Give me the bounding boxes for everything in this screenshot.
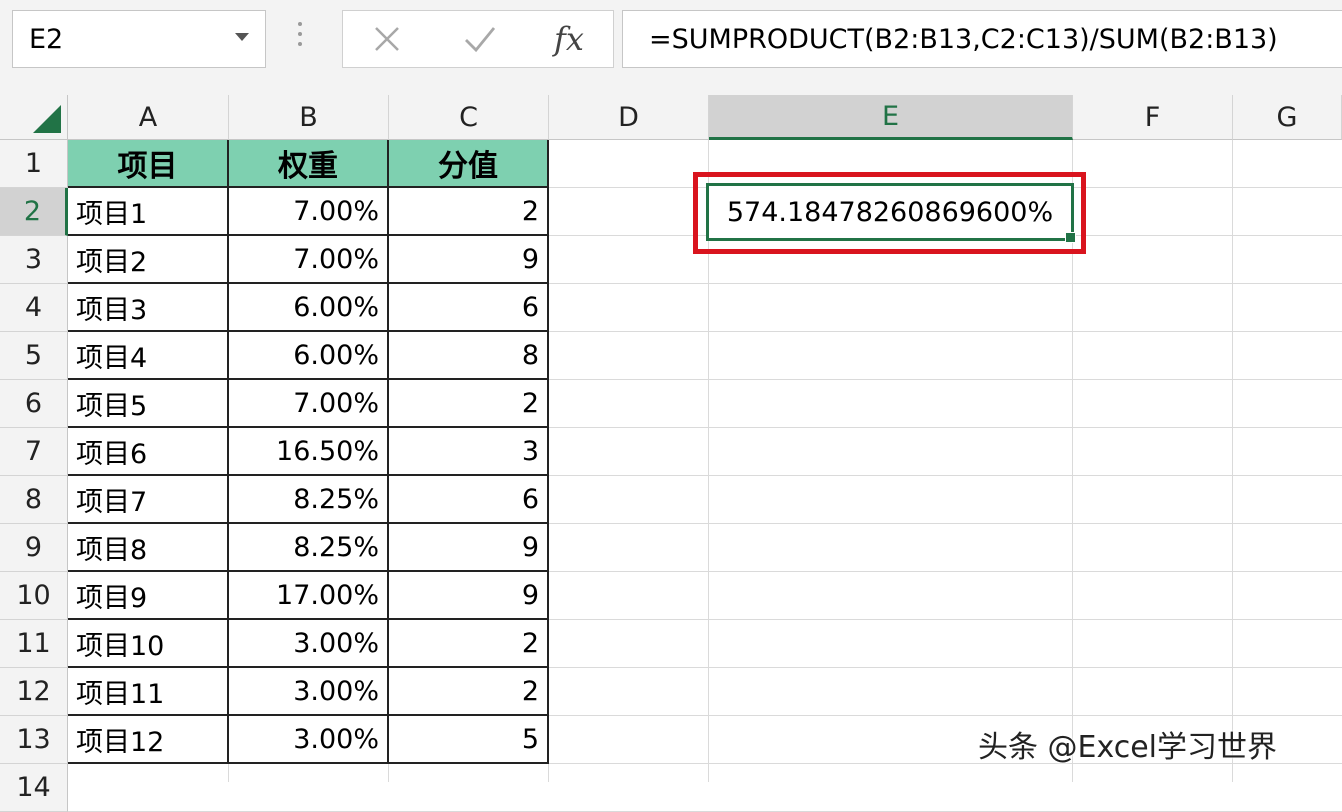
cell-c1[interactable]: 分值 xyxy=(389,140,549,188)
row-header-11[interactable]: 11 xyxy=(0,620,68,668)
cell-a8[interactable]: 项目7 xyxy=(68,476,229,524)
cell-b11[interactable]: 3.00% xyxy=(229,620,389,668)
cell-b7[interactable]: 16.50% xyxy=(229,428,389,476)
cell-c11[interactable]: 2 xyxy=(389,620,549,668)
row-header-9[interactable]: 9 xyxy=(0,524,68,572)
cell-b4[interactable]: 6.00% xyxy=(229,284,389,332)
column-header-b[interactable]: B xyxy=(229,95,389,140)
column-header-f[interactable]: F xyxy=(1073,95,1233,140)
cell-b13[interactable]: 3.00% xyxy=(229,716,389,764)
cell-a12[interactable]: 项目11 xyxy=(68,668,229,716)
insert-function-button[interactable]: fx xyxy=(543,17,595,61)
cell-a4[interactable]: 项目3 xyxy=(68,284,229,332)
cell-a10[interactable]: 项目9 xyxy=(68,572,229,620)
row-header-12[interactable]: 12 xyxy=(0,668,68,716)
cell-a1[interactable]: 项目 xyxy=(68,140,229,188)
watermark: 头条 @Excel学习世界 xyxy=(978,730,1278,765)
cell-b8[interactable]: 8.25% xyxy=(229,476,389,524)
row-header-8[interactable]: 8 xyxy=(0,476,68,524)
cell-a6[interactable]: 项目5 xyxy=(68,380,229,428)
row-header-10[interactable]: 10 xyxy=(0,572,68,620)
row-header-6[interactable]: 6 xyxy=(0,380,68,428)
close-icon[interactable] xyxy=(365,17,409,61)
cell-c3[interactable]: 9 xyxy=(389,236,549,284)
cell-a9[interactable]: 项目8 xyxy=(68,524,229,572)
formula-bar: E2 fx =SUMPRODUCT(B2:B13,C2:C13)/SUM(B2:… xyxy=(0,0,1342,95)
column-header-d[interactable]: D xyxy=(549,95,709,140)
cell-b6[interactable]: 7.00% xyxy=(229,380,389,428)
cell-b12[interactable]: 3.00% xyxy=(229,668,389,716)
row-header-7[interactable]: 7 xyxy=(0,428,68,476)
chevron-down-icon[interactable] xyxy=(235,33,249,41)
cell-a11[interactable]: 项目10 xyxy=(68,620,229,668)
column-header-g[interactable]: G xyxy=(1233,95,1342,140)
check-icon[interactable] xyxy=(455,17,505,61)
cell-b2[interactable]: 7.00% xyxy=(229,188,389,236)
formula-input[interactable]: =SUMPRODUCT(B2:B13,C2:C13)/SUM(B2:B13) xyxy=(622,10,1342,68)
cell-b3[interactable]: 7.00% xyxy=(229,236,389,284)
row-header-5[interactable]: 5 xyxy=(0,332,68,380)
cell-c4[interactable]: 6 xyxy=(389,284,549,332)
cell-c8[interactable]: 6 xyxy=(389,476,549,524)
cell-c12[interactable]: 2 xyxy=(389,668,549,716)
select-all-icon xyxy=(33,105,61,133)
cell-c6[interactable]: 2 xyxy=(389,380,549,428)
cell-c9[interactable]: 9 xyxy=(389,524,549,572)
cell-a2[interactable]: 项目1 xyxy=(68,188,229,236)
formula-buttons: fx xyxy=(342,10,614,68)
cell-a7[interactable]: 项目6 xyxy=(68,428,229,476)
highlight-box xyxy=(693,172,1086,254)
row-header-3[interactable]: 3 xyxy=(0,236,68,284)
cell-b1[interactable]: 权重 xyxy=(229,140,389,188)
name-box-value: E2 xyxy=(29,23,64,55)
column-header-a[interactable]: A xyxy=(68,95,229,140)
cell-c13[interactable]: 5 xyxy=(389,716,549,764)
cell-b9[interactable]: 8.25% xyxy=(229,524,389,572)
cell-c7[interactable]: 3 xyxy=(389,428,549,476)
row-header-2[interactable]: 2 xyxy=(0,188,68,236)
row-header-1[interactable]: 1 xyxy=(0,140,68,188)
cell-b10[interactable]: 17.00% xyxy=(229,572,389,620)
cell-a13[interactable]: 项目12 xyxy=(68,716,229,764)
gridline xyxy=(1232,140,1233,782)
name-box[interactable]: E2 xyxy=(12,10,266,68)
row-header-4[interactable]: 4 xyxy=(0,284,68,332)
drag-handle-icon[interactable] xyxy=(298,22,304,52)
select-all-button[interactable] xyxy=(0,95,68,140)
worksheet-grid: A B C D E F G 1 2 3 4 5 6 7 8 9 10 11 12 13 14 项目 权重 分值 项目1 7.00%… xyxy=(0,95,1342,812)
cell-c2[interactable]: 2 xyxy=(389,188,549,236)
column-header-c[interactable]: C xyxy=(389,95,549,140)
cell-c5[interactable]: 8 xyxy=(389,332,549,380)
row-header-13[interactable]: 13 xyxy=(0,716,68,764)
row-header-14[interactable]: 14 xyxy=(0,764,68,812)
cell-a5[interactable]: 项目4 xyxy=(68,332,229,380)
cell-a3[interactable]: 项目2 xyxy=(68,236,229,284)
cell-c10[interactable]: 9 xyxy=(389,572,549,620)
cell-b5[interactable]: 6.00% xyxy=(229,332,389,380)
column-header-e[interactable]: E xyxy=(709,95,1073,140)
